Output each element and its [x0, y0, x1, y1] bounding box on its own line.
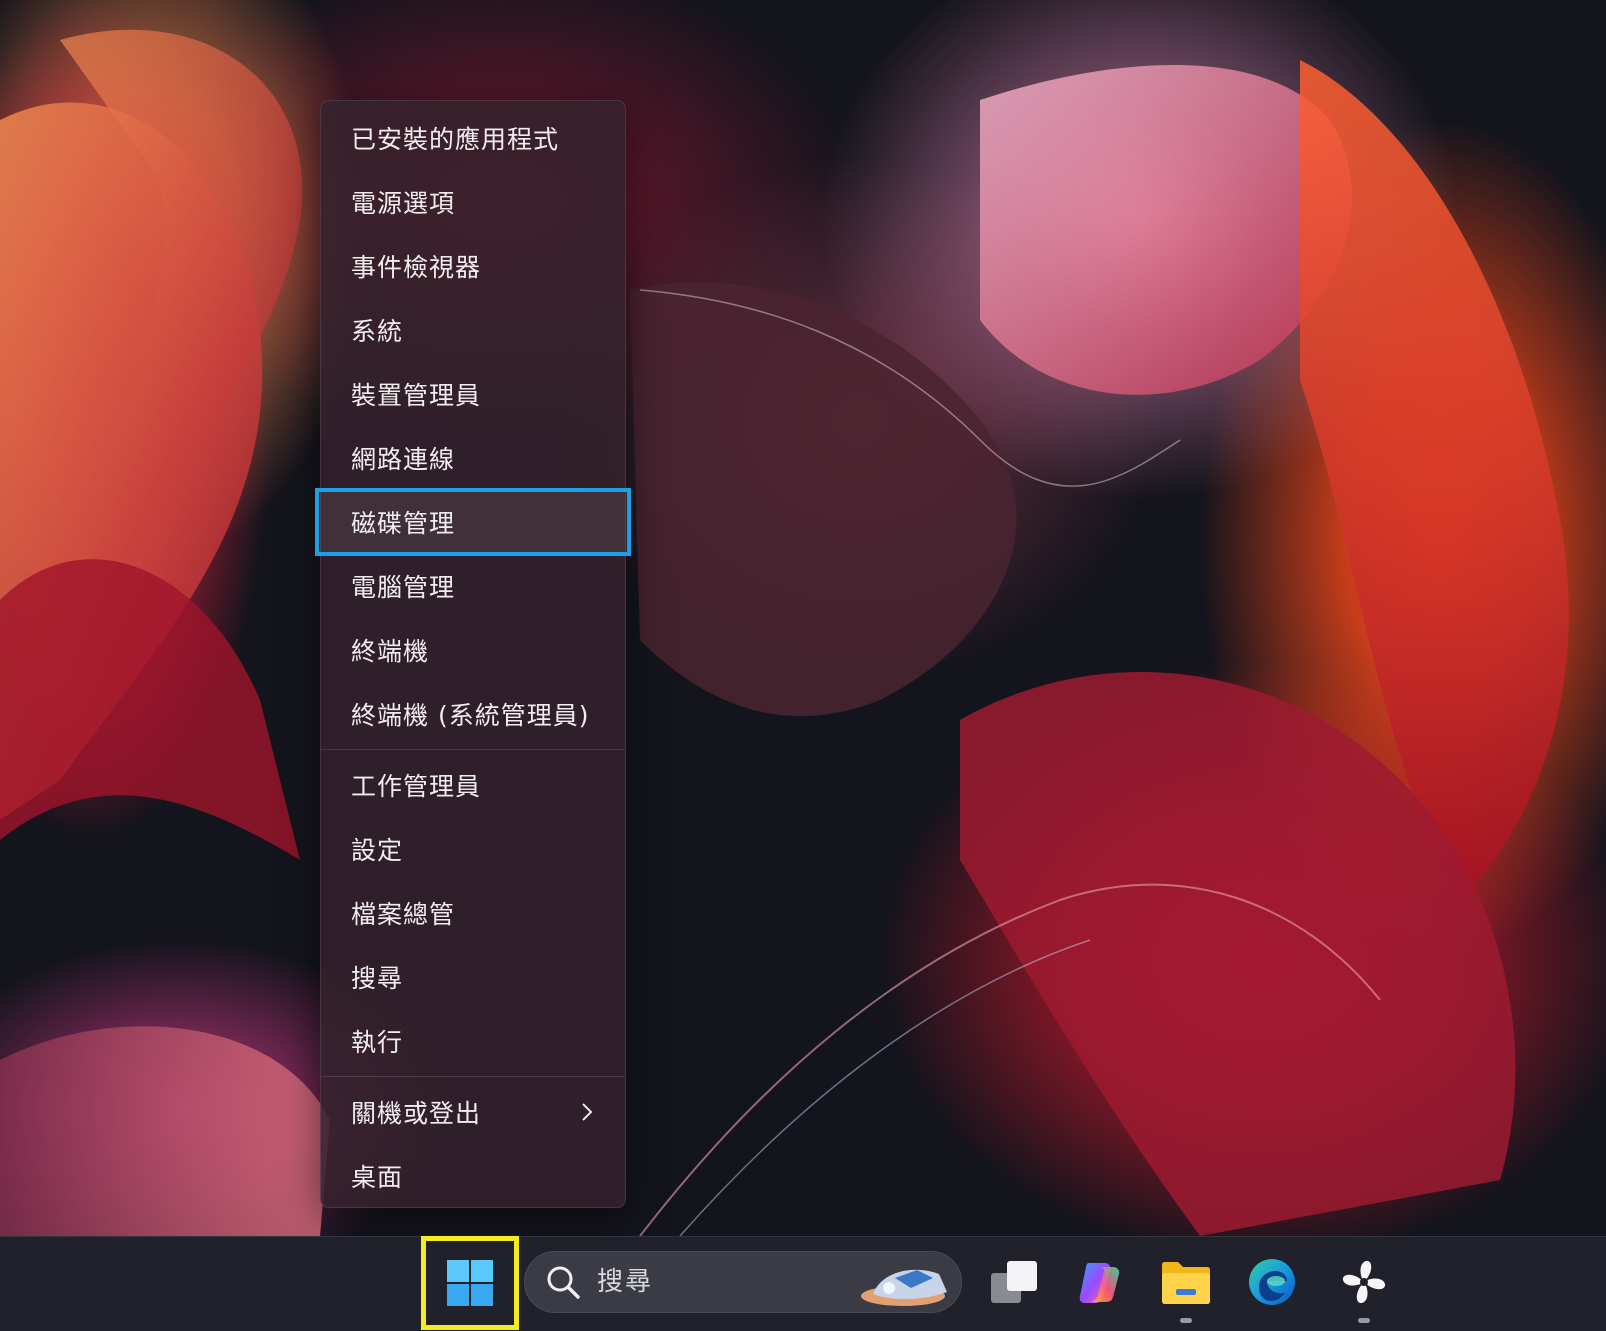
menu-item-system[interactable]: 系統 [321, 298, 625, 362]
search-icon [547, 1266, 580, 1299]
menu-item-installed-apps[interactable]: 已安裝的應用程式 [321, 106, 625, 170]
edge-icon [1249, 1259, 1295, 1305]
running-indicator [1358, 1318, 1370, 1323]
copilot-button[interactable] [1072, 1254, 1128, 1310]
desktop-wallpaper [0, 0, 1606, 1236]
menu-item-desktop[interactable]: 桌面 [321, 1144, 625, 1208]
fan-app-icon [1342, 1260, 1386, 1304]
running-indicator [1180, 1318, 1192, 1323]
taskbar-search[interactable] [524, 1251, 962, 1313]
menu-item-event-viewer[interactable]: 事件檢視器 [321, 234, 625, 298]
edge-button[interactable] [1244, 1254, 1300, 1310]
menu-separator [321, 1076, 625, 1077]
copilot-icon [1079, 1263, 1120, 1303]
file-explorer-icon [1162, 1262, 1210, 1304]
menu-separator [321, 749, 625, 750]
chevron-right-icon [577, 1102, 597, 1122]
menu-item-network-connections[interactable]: 網路連線 [321, 426, 625, 490]
menu-item-power-options[interactable]: 電源選項 [321, 170, 625, 234]
task-view-button[interactable] [986, 1254, 1042, 1310]
menu-item-run[interactable]: 執行 [321, 1009, 625, 1073]
menu-item-disk-management[interactable]: 磁碟管理 [315, 488, 631, 556]
menu-item-settings[interactable]: 設定 [321, 817, 625, 881]
fan-app-button[interactable] [1336, 1254, 1392, 1310]
winx-context-menu: 已安裝的應用程式 電源選項 事件檢視器 系統 裝置管理員 網路連線 磁碟管理 電… [315, 100, 631, 1208]
menu-item-file-explorer[interactable]: 檔案總管 [321, 881, 625, 945]
menu-item-device-manager[interactable]: 裝置管理員 [321, 362, 625, 426]
menu-item-shutdown-signout[interactable]: 關機或登出 [321, 1080, 625, 1144]
task-view-icon [991, 1261, 1037, 1303]
menu-item-terminal-admin[interactable]: 終端機 (系統管理員) [321, 682, 625, 746]
search-highlight-icon [861, 1269, 947, 1306]
file-explorer-button[interactable] [1158, 1254, 1214, 1310]
windows-start-icon [447, 1260, 493, 1306]
menu-item-task-manager[interactable]: 工作管理員 [321, 753, 625, 817]
menu-item-search[interactable]: 搜尋 [321, 945, 625, 1009]
start-button[interactable] [421, 1236, 519, 1330]
menu-item-terminal[interactable]: 終端機 [321, 618, 625, 682]
wallpaper-ribbons [0, 29, 1569, 1236]
menu-item-computer-management[interactable]: 電腦管理 [321, 554, 625, 618]
search-input[interactable] [595, 1266, 829, 1298]
